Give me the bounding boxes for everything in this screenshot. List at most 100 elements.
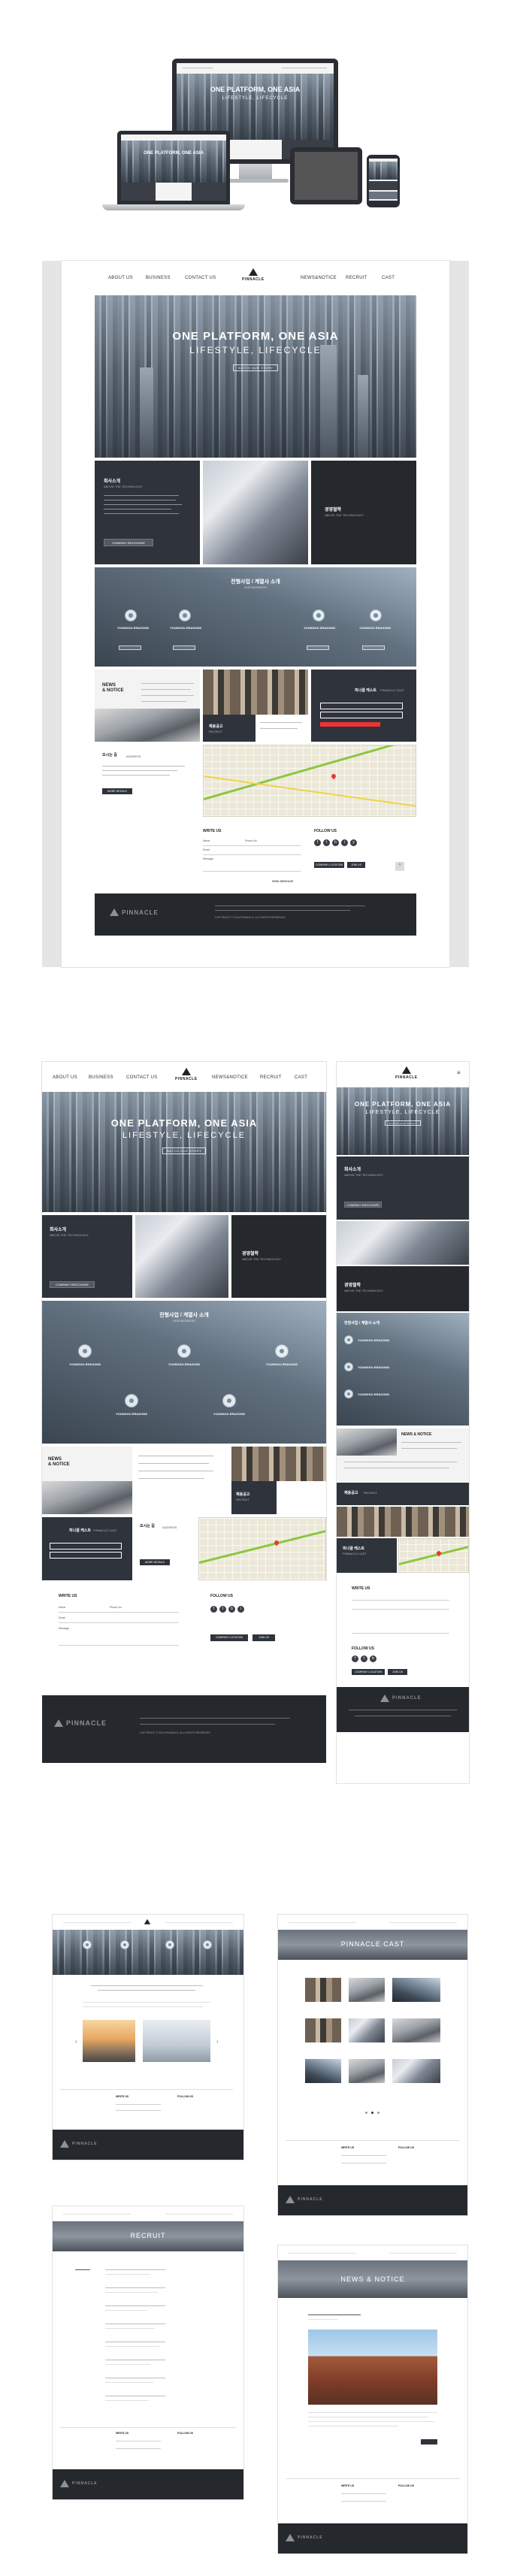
cast-photo[interactable] xyxy=(392,1978,440,2002)
recruit-row[interactable] xyxy=(105,2364,150,2365)
instagram-icon[interactable]: i xyxy=(341,839,348,846)
hamburger-menu-icon[interactable]: ≡ xyxy=(457,1069,461,1076)
email-input[interactable] xyxy=(352,1609,449,1610)
twitter-icon[interactable]: t xyxy=(361,1655,367,1662)
pagination-dot[interactable] xyxy=(377,2112,379,2114)
nav-news[interactable]: NEWS&NOTICE xyxy=(212,1075,248,1080)
watch-story-button[interactable]: WATCH OUR STORY xyxy=(233,364,278,371)
recruit-row[interactable] xyxy=(105,2269,165,2270)
pagination-dot[interactable] xyxy=(371,2112,373,2114)
more-details-button[interactable]: MORE DETAILS xyxy=(140,1559,170,1565)
nav-business[interactable]: BUSINESS xyxy=(146,276,171,280)
cast-photo[interactable] xyxy=(392,2018,440,2042)
blog-icon[interactable]: b xyxy=(332,839,339,846)
recruit-row[interactable] xyxy=(105,2400,149,2401)
nav-contact[interactable]: CONTACT US xyxy=(126,1075,157,1080)
cast-link-box[interactable] xyxy=(320,703,403,709)
pagination-dot[interactable] xyxy=(365,2112,367,2114)
send-message-button[interactable]: SEND MESSAGE xyxy=(272,880,293,883)
name-input[interactable] xyxy=(352,1600,449,1601)
cast-link-box[interactable] xyxy=(50,1543,122,1550)
nav-recruit[interactable]: RECRUIT xyxy=(260,1075,282,1080)
news-item-line[interactable] xyxy=(401,1442,461,1443)
company-brochure-button[interactable]: COMPANY BROCHURE xyxy=(344,1202,382,1208)
nav-about[interactable]: ABOUT US xyxy=(108,276,133,280)
site-logo[interactable]: PINNACLE xyxy=(175,1068,198,1081)
name-input[interactable] xyxy=(116,2104,161,2105)
news-item-line[interactable] xyxy=(141,695,194,696)
company-location-button[interactable]: COMPANY LOCATION xyxy=(210,1634,248,1641)
location-map[interactable] xyxy=(198,1517,326,1580)
blog-icon[interactable]: b xyxy=(228,1606,235,1613)
cast-link-box[interactable] xyxy=(320,712,403,718)
facebook-icon[interactable]: f xyxy=(210,1606,217,1613)
email-input[interactable] xyxy=(116,2110,161,2111)
recruit-row[interactable] xyxy=(105,2328,155,2329)
cast-photo[interactable] xyxy=(392,2059,440,2083)
twitter-icon[interactable]: t xyxy=(323,839,330,846)
cast-photo[interactable] xyxy=(349,2059,385,2083)
youtube-icon[interactable]: y xyxy=(350,839,357,846)
cast-photo[interactable] xyxy=(349,1978,385,2002)
instagram-icon[interactable]: i xyxy=(237,1606,244,1613)
watch-story-button[interactable]: WATCH OUR STORY xyxy=(162,1147,206,1154)
news-item-line[interactable] xyxy=(138,1463,209,1464)
recruit-row[interactable] xyxy=(105,2287,165,2288)
news-item-line[interactable] xyxy=(141,701,186,702)
message-input[interactable] xyxy=(352,1633,449,1634)
facebook-icon[interactable]: f xyxy=(352,1655,358,1662)
prev-arrow-icon[interactable]: ‹ xyxy=(75,2038,77,2045)
blog-icon[interactable]: b xyxy=(370,1655,376,1662)
recruit-block[interactable]: 채용공고 RECRUIT xyxy=(203,715,256,742)
cast-link-box[interactable] xyxy=(50,1552,122,1559)
join-us-button[interactable]: JOIN US xyxy=(388,1669,407,1675)
join-us-button[interactable]: JOIN US xyxy=(252,1634,275,1641)
email-input[interactable] xyxy=(116,2448,161,2449)
name-input[interactable] xyxy=(341,2493,386,2494)
next-arrow-icon[interactable]: › xyxy=(216,2038,219,2045)
company-location-button[interactable]: COMPANY LOCATION xyxy=(352,1669,385,1675)
company-brochure-button[interactable]: COMPANY BROCHURE xyxy=(104,539,153,546)
name-input[interactable] xyxy=(59,1612,179,1613)
recruit-line[interactable] xyxy=(260,728,298,729)
business-more-button[interactable] xyxy=(173,646,195,650)
facebook-icon[interactable]: f xyxy=(314,839,321,846)
recruit-row[interactable] xyxy=(105,2274,150,2275)
recruit-row[interactable] xyxy=(105,2305,165,2306)
message-input[interactable] xyxy=(59,1645,179,1646)
site-logo[interactable] xyxy=(144,1918,151,1925)
recruit-row[interactable] xyxy=(105,2310,147,2311)
business-more-button[interactable] xyxy=(119,646,141,650)
nav-cast[interactable]: CAST xyxy=(295,1075,307,1080)
cast-photo[interactable] xyxy=(305,2059,341,2083)
location-map[interactable] xyxy=(203,745,416,817)
cast-photo[interactable] xyxy=(305,2018,341,2042)
cast-photo[interactable] xyxy=(305,1978,341,2002)
email-input[interactable] xyxy=(59,1622,179,1623)
company-brochure-button[interactable]: COMPANY BROCHURE xyxy=(50,1281,95,1288)
scroll-top-icon[interactable]: ^ xyxy=(395,862,404,871)
company-location-button[interactable]: COMPANY LOCATION xyxy=(314,862,344,868)
email-input[interactable] xyxy=(203,854,301,855)
twitter-icon[interactable]: t xyxy=(219,1606,226,1613)
nav-cast[interactable]: CAST xyxy=(382,276,395,280)
more-details-button[interactable]: MORE DETAILS xyxy=(102,788,132,794)
business-more-button[interactable] xyxy=(307,646,329,650)
name-input[interactable] xyxy=(203,845,301,846)
business-more-button[interactable] xyxy=(362,646,385,650)
nav-about[interactable]: ABOUT US xyxy=(53,1075,77,1080)
watch-story-button[interactable]: WATCH OUR STORY xyxy=(385,1120,421,1126)
recruit-row[interactable] xyxy=(105,2292,158,2293)
cast-photo[interactable] xyxy=(349,2018,385,2042)
news-item-line[interactable] xyxy=(141,683,194,684)
recruit-block[interactable]: 채용공고 RECRUIT xyxy=(337,1483,469,1505)
name-input[interactable] xyxy=(341,2155,386,2156)
join-us-button[interactable]: JOIN US xyxy=(347,862,365,868)
list-button[interactable] xyxy=(421,2439,437,2444)
nav-recruit[interactable]: RECRUIT xyxy=(346,276,367,280)
news-item-line[interactable] xyxy=(141,689,191,690)
recruit-row[interactable] xyxy=(105,2382,153,2383)
site-logo[interactable]: PINNACLE xyxy=(395,1066,418,1080)
news-item-line[interactable] xyxy=(401,1448,457,1449)
nav-news[interactable]: NEWS&NOTICE xyxy=(301,276,337,280)
